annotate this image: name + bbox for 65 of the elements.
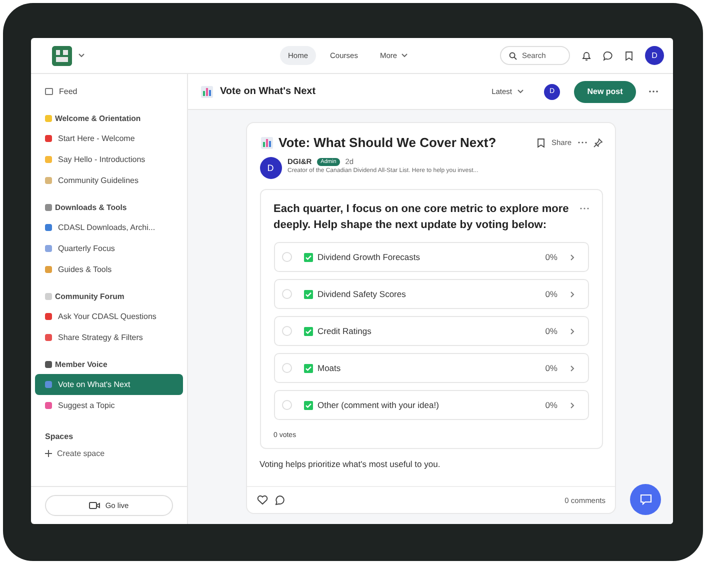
check-mark-icon: [304, 364, 312, 372]
chat-icon: [640, 494, 652, 505]
more-options-icon[interactable]: [649, 90, 658, 93]
sidebar-item[interactable]: Community Guidelines: [35, 170, 183, 191]
caret-icon: [78, 53, 85, 58]
percent-label: 0%: [545, 326, 558, 336]
radio-button[interactable]: [282, 400, 292, 410]
sidebar-item[interactable]: Feed: [35, 81, 183, 102]
logo-icon[interactable]: [52, 46, 72, 66]
poll-question: Each quarter, I focus on one core metric to explore more deeply. Help shape the next update by voting below:: [274, 202, 570, 233]
sidebar-item[interactable]: Say Hello - Introductions: [35, 149, 183, 170]
sidebar-item[interactable]: Quarterly Focus: [35, 238, 183, 259]
section-title: Spaces: [45, 430, 74, 443]
video-camera-icon: [89, 502, 100, 509]
chevron-right-icon: [570, 402, 574, 408]
chat-icon[interactable]: [603, 50, 613, 60]
bar-chart-icon: [260, 136, 272, 148]
radio-button[interactable]: [282, 326, 292, 336]
bookmark-icon[interactable]: [537, 138, 546, 148]
poll-option[interactable]: Moats 0%: [274, 353, 588, 383]
bookmark-icon[interactable]: [625, 50, 633, 60]
sidebar-item[interactable]: Start Here - Welcome: [35, 128, 183, 149]
bell-icon[interactable]: [582, 50, 591, 60]
author-avatar[interactable]: D: [260, 157, 282, 179]
sidebar-item[interactable]: Ask Your CDASL Questions: [35, 306, 183, 327]
post-body: Voting helps prioritize what's most useful to you.: [258, 458, 442, 471]
chevron-right-icon: [570, 364, 574, 372]
sidebar-item[interactable]: Guides & Tools: [35, 259, 183, 280]
comment-icon[interactable]: [274, 495, 284, 505]
percent-label: 0%: [545, 400, 558, 410]
poll-option[interactable]: Dividend Safety Scores 0%: [274, 279, 588, 309]
create-space-link[interactable]: Create space: [45, 443, 173, 463]
radio-button[interactable]: [282, 363, 292, 373]
percent-label: 0%: [545, 363, 558, 373]
poll-option[interactable]: Credit Ratings 0%: [274, 316, 588, 346]
chat-button[interactable]: [630, 484, 661, 515]
more-options-icon[interactable]: [578, 141, 586, 144]
sidebar-item[interactable]: CDASL Downloads, Archi...: [35, 217, 183, 238]
page-title: Vote on What's Next: [220, 86, 316, 97]
sidebar-item[interactable]: Share Strategy & Filters: [35, 327, 183, 348]
new-post-button[interactable]: New post: [574, 80, 636, 102]
check-mark-icon: [304, 290, 312, 298]
chevron-right-icon: [570, 254, 574, 260]
radio-button[interactable]: [282, 289, 292, 299]
poll-option[interactable]: Dividend Growth Forecasts 0%: [274, 242, 588, 272]
chevron-right-icon: [570, 328, 574, 334]
check-mark-icon: [304, 326, 312, 336]
caret-icon: [517, 89, 524, 94]
post-title: Vote: What Should We Cover Next?: [278, 135, 496, 150]
chevron-right-icon: [570, 290, 574, 298]
bar-chart-icon: [201, 86, 213, 98]
heart-icon[interactable]: [256, 495, 268, 505]
sidebar-item[interactable]: Suggest a Topic: [35, 395, 183, 416]
monitor-icon: [45, 88, 53, 95]
check-mark-icon: [304, 400, 312, 410]
poll-option[interactable]: Other (comment with your idea!) 0%: [274, 390, 588, 420]
pin-icon[interactable]: [592, 138, 602, 148]
more-options-icon[interactable]: [580, 207, 588, 210]
percent-label: 0%: [545, 252, 558, 262]
percent-label: 0%: [545, 289, 558, 299]
sidebar-item[interactable]: Vote on What's Next: [35, 374, 183, 395]
user-avatar[interactable]: D: [645, 46, 664, 65]
radio-button[interactable]: [282, 252, 292, 262]
plus-icon: [45, 450, 52, 456]
check-mark-icon: [304, 252, 312, 262]
